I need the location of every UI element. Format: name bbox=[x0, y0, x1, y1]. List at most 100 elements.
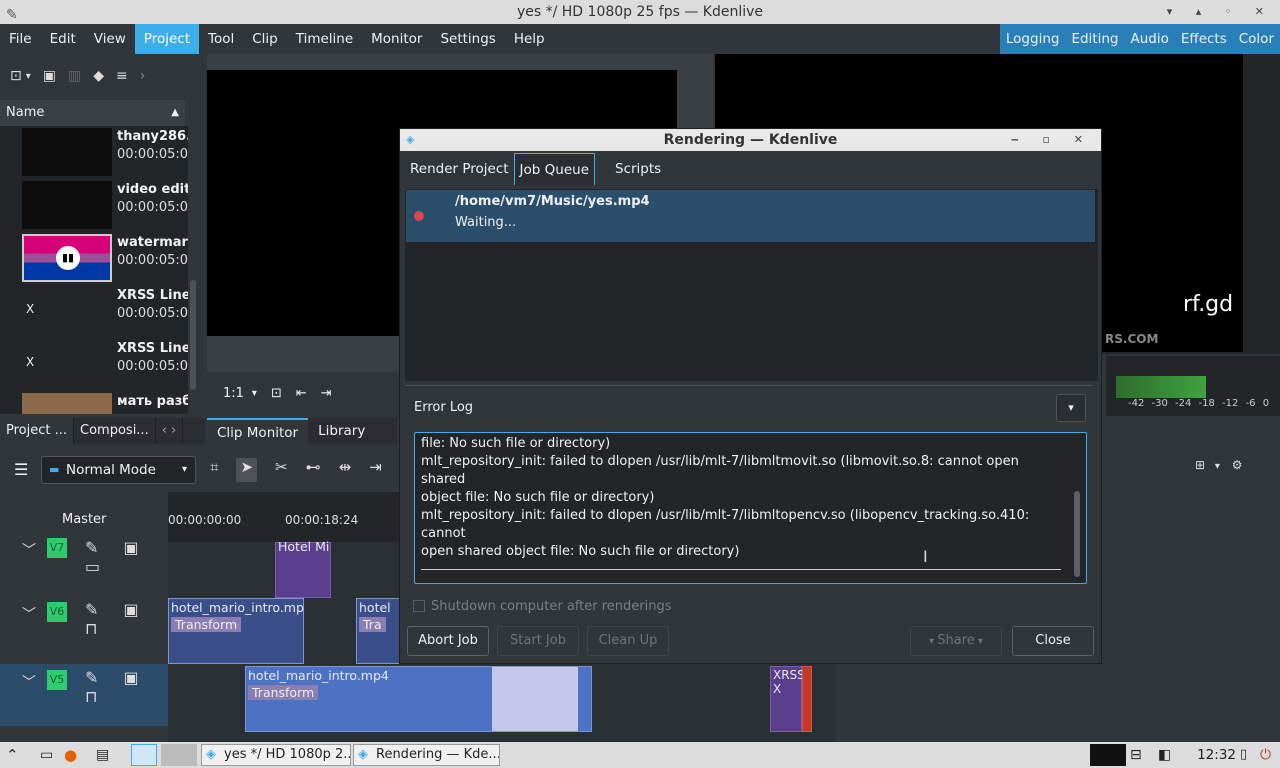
task-label: yes */ HD 1080p 2... bbox=[224, 747, 351, 762]
bin-item[interactable]: X XRSS Liner 00:00:05:00 bbox=[0, 285, 188, 338]
tab-render-project[interactable]: Render Project bbox=[405, 153, 514, 185]
chevron-down-icon[interactable]: ▾ bbox=[1215, 461, 1220, 472]
menu-monitor[interactable]: Monitor bbox=[362, 24, 431, 54]
menu-tool[interactable]: Tool bbox=[199, 24, 243, 54]
bin-item[interactable]: ▮▮ watermarl 00:00:05:00 bbox=[0, 232, 188, 285]
track-header-v7[interactable]: ﹀ V7 ✎ ▣ ▭ bbox=[0, 534, 168, 596]
menu-clip[interactable]: Clip bbox=[243, 24, 287, 54]
track-settings-icon[interactable]: ☰ bbox=[14, 460, 28, 479]
track-controls[interactable]: ✎ ▣ ⊓ bbox=[85, 600, 168, 638]
layout-logging[interactable]: Logging bbox=[1000, 24, 1066, 54]
bin-column-header[interactable]: Name ▲ bbox=[0, 100, 185, 126]
collapse-icon[interactable]: ﹀ bbox=[22, 672, 36, 692]
bin-item[interactable]: thany286.r 00:00:05:00 bbox=[0, 126, 188, 179]
menu-edit[interactable]: Edit bbox=[41, 24, 85, 54]
delete-icon[interactable]: ▥ bbox=[68, 68, 81, 84]
ripple-tool-icon[interactable]: ⇹ bbox=[339, 458, 352, 482]
track-tag: V5 bbox=[47, 670, 67, 690]
master-track-label[interactable]: Master bbox=[62, 512, 106, 527]
layout-color[interactable]: Color bbox=[1233, 24, 1280, 54]
tab-library[interactable]: Library bbox=[308, 418, 375, 444]
slip-tool-icon[interactable]: ⊷ bbox=[306, 458, 321, 482]
files-icon[interactable]: ▭ bbox=[40, 744, 53, 766]
zoom-select[interactable]: 1:1 bbox=[223, 386, 244, 401]
start-menu-icon[interactable]: ⌃ bbox=[6, 744, 19, 766]
chevron-down-icon[interactable]: ▾ bbox=[252, 388, 257, 399]
folder-icon[interactable]: ▣ bbox=[43, 68, 56, 84]
collapse-icon[interactable]: ﹀ bbox=[22, 604, 36, 624]
edit-mode-select[interactable]: ▬ Normal Mode ▾ bbox=[41, 456, 196, 484]
bin-scrollbar[interactable] bbox=[190, 280, 196, 390]
bin-item[interactable]: мать разб bbox=[0, 391, 188, 414]
taskbar-task-rendering[interactable]: ◈ Rendering — Kde... bbox=[353, 744, 500, 766]
error-log-text[interactable]: file: No such file or directory) mlt_rep… bbox=[414, 432, 1087, 584]
menu-file[interactable]: File bbox=[0, 24, 41, 54]
tag-icon[interactable]: ◆ bbox=[93, 68, 104, 84]
share-button[interactable]: ▾ Share ▾ bbox=[910, 626, 1002, 656]
tab-job-queue[interactable]: Job Queue bbox=[513, 153, 595, 185]
tab-scripts[interactable]: Scripts bbox=[595, 153, 681, 185]
set-out-icon[interactable]: ⇥ bbox=[321, 386, 332, 401]
tab-compositions[interactable]: Composi... bbox=[74, 418, 156, 444]
menu-project[interactable]: Project bbox=[134, 24, 199, 54]
collapse-icon[interactable]: ﹀ bbox=[22, 540, 36, 560]
tab-scroll-arrows[interactable]: ‹ › bbox=[156, 418, 184, 444]
tab-clip-monitor[interactable]: Clip Monitor bbox=[207, 418, 309, 444]
layout-effects[interactable]: Effects bbox=[1175, 24, 1233, 54]
menu-view[interactable]: View bbox=[85, 24, 135, 54]
workspace-icon[interactable] bbox=[161, 744, 197, 766]
fit-icon[interactable]: ⊡ bbox=[271, 386, 282, 401]
timeline-clip[interactable]: Hotel Mi bbox=[275, 539, 331, 598]
track-controls[interactable]: ✎ ▣ ⊓ bbox=[85, 668, 168, 706]
track-header-v6[interactable]: ﹀ V6 ✎ ▣ ⊓ bbox=[0, 592, 168, 654]
timeline-clip[interactable] bbox=[802, 666, 812, 732]
timeline-clip[interactable]: hotel Tra bbox=[356, 598, 400, 664]
bin-item[interactable]: X XRSS Liner 00:00:05:00 bbox=[0, 338, 188, 391]
desktop-icon[interactable] bbox=[131, 744, 157, 766]
razor-tool-icon[interactable]: ✂ bbox=[275, 458, 288, 482]
timeline-clip[interactable]: hotel_mario_intro.mp Transform bbox=[168, 598, 304, 664]
shutdown-checkbox[interactable]: Shutdown computer after renderings bbox=[413, 599, 672, 614]
firefox-icon[interactable]: ● bbox=[64, 744, 77, 766]
tab-project-bin[interactable]: Project ... bbox=[0, 418, 75, 444]
timeline-ruler[interactable]: 00:00:00:00 00:00:18:24 bbox=[168, 492, 400, 542]
menu-icon[interactable]: ≡ bbox=[116, 68, 128, 84]
abort-job-button[interactable]: Abort Job bbox=[407, 626, 489, 656]
window-titlebar: ✎ yes */ HD 1080p 25 fps — Kdenlive ▾ ▴ … bbox=[0, 0, 1280, 24]
window-controls[interactable]: ▾ ▴ ◦ ✕ bbox=[1167, 0, 1274, 24]
spacer-tool-icon[interactable]: ⌗ bbox=[210, 458, 218, 482]
collapse-toggle-button[interactable]: ▾ bbox=[1056, 394, 1086, 422]
volume-icon[interactable]: ◧ bbox=[1158, 744, 1171, 766]
clean-up-button[interactable]: Clean Up bbox=[587, 626, 669, 656]
clock[interactable]: 12:32 bbox=[1197, 744, 1236, 766]
select-tool-icon[interactable]: ➤ bbox=[236, 458, 258, 482]
network-icon[interactable]: ⊟ bbox=[1130, 744, 1142, 766]
folder-icon[interactable]: ▤ bbox=[96, 744, 109, 766]
taskbar-task-kdenlive[interactable]: ◈ yes */ HD 1080p 2... bbox=[201, 744, 351, 766]
error-log-scrollbar[interactable] bbox=[1074, 491, 1080, 577]
bin-toolbar: ⊡ ▾ ▣ ▥ ◆ ≡ › bbox=[0, 54, 205, 98]
checkbox-box[interactable] bbox=[413, 600, 425, 612]
close-button[interactable]: Close bbox=[1012, 626, 1094, 656]
chevron-right-icon[interactable]: › bbox=[140, 68, 146, 84]
roll-tool-icon[interactable]: ⇥ bbox=[369, 458, 382, 482]
power-icon[interactable]: ⏻ bbox=[1260, 744, 1271, 766]
timeline-clip[interactable]: hotel_mario_intro.mp4 Transform bbox=[245, 666, 592, 732]
add-clip-icon[interactable]: ⊡ bbox=[10, 68, 22, 84]
track-controls[interactable]: ✎ ▣ ▭ bbox=[85, 538, 168, 576]
job-row[interactable]: /home/vm7/Music/yes.mp4 Waiting... bbox=[406, 190, 1095, 242]
layout-audio[interactable]: Audio bbox=[1124, 24, 1174, 54]
menu-settings[interactable]: Settings bbox=[431, 24, 504, 54]
menu-help[interactable]: Help bbox=[505, 24, 554, 54]
layout-editing[interactable]: Editing bbox=[1065, 24, 1124, 54]
set-in-icon[interactable]: ⇤ bbox=[296, 386, 307, 401]
settings-icon[interactable]: ⚙ bbox=[1232, 458, 1243, 472]
track-header-v5[interactable]: ﹀ V5 ✎ ▣ ⊓ bbox=[0, 664, 168, 726]
chevron-down-icon[interactable]: ▾ bbox=[26, 71, 31, 82]
timeline-clip[interactable]: XRSS X bbox=[770, 666, 805, 732]
menu-timeline[interactable]: Timeline bbox=[287, 24, 362, 54]
bin-item[interactable]: video edite 00:00:05:00 bbox=[0, 179, 188, 232]
link-icon[interactable]: ⊞ bbox=[1195, 458, 1205, 472]
dialog-window-controls[interactable]: ‒ ▫ ✕ bbox=[1011, 129, 1093, 151]
start-job-button[interactable]: Start Job bbox=[497, 626, 579, 656]
